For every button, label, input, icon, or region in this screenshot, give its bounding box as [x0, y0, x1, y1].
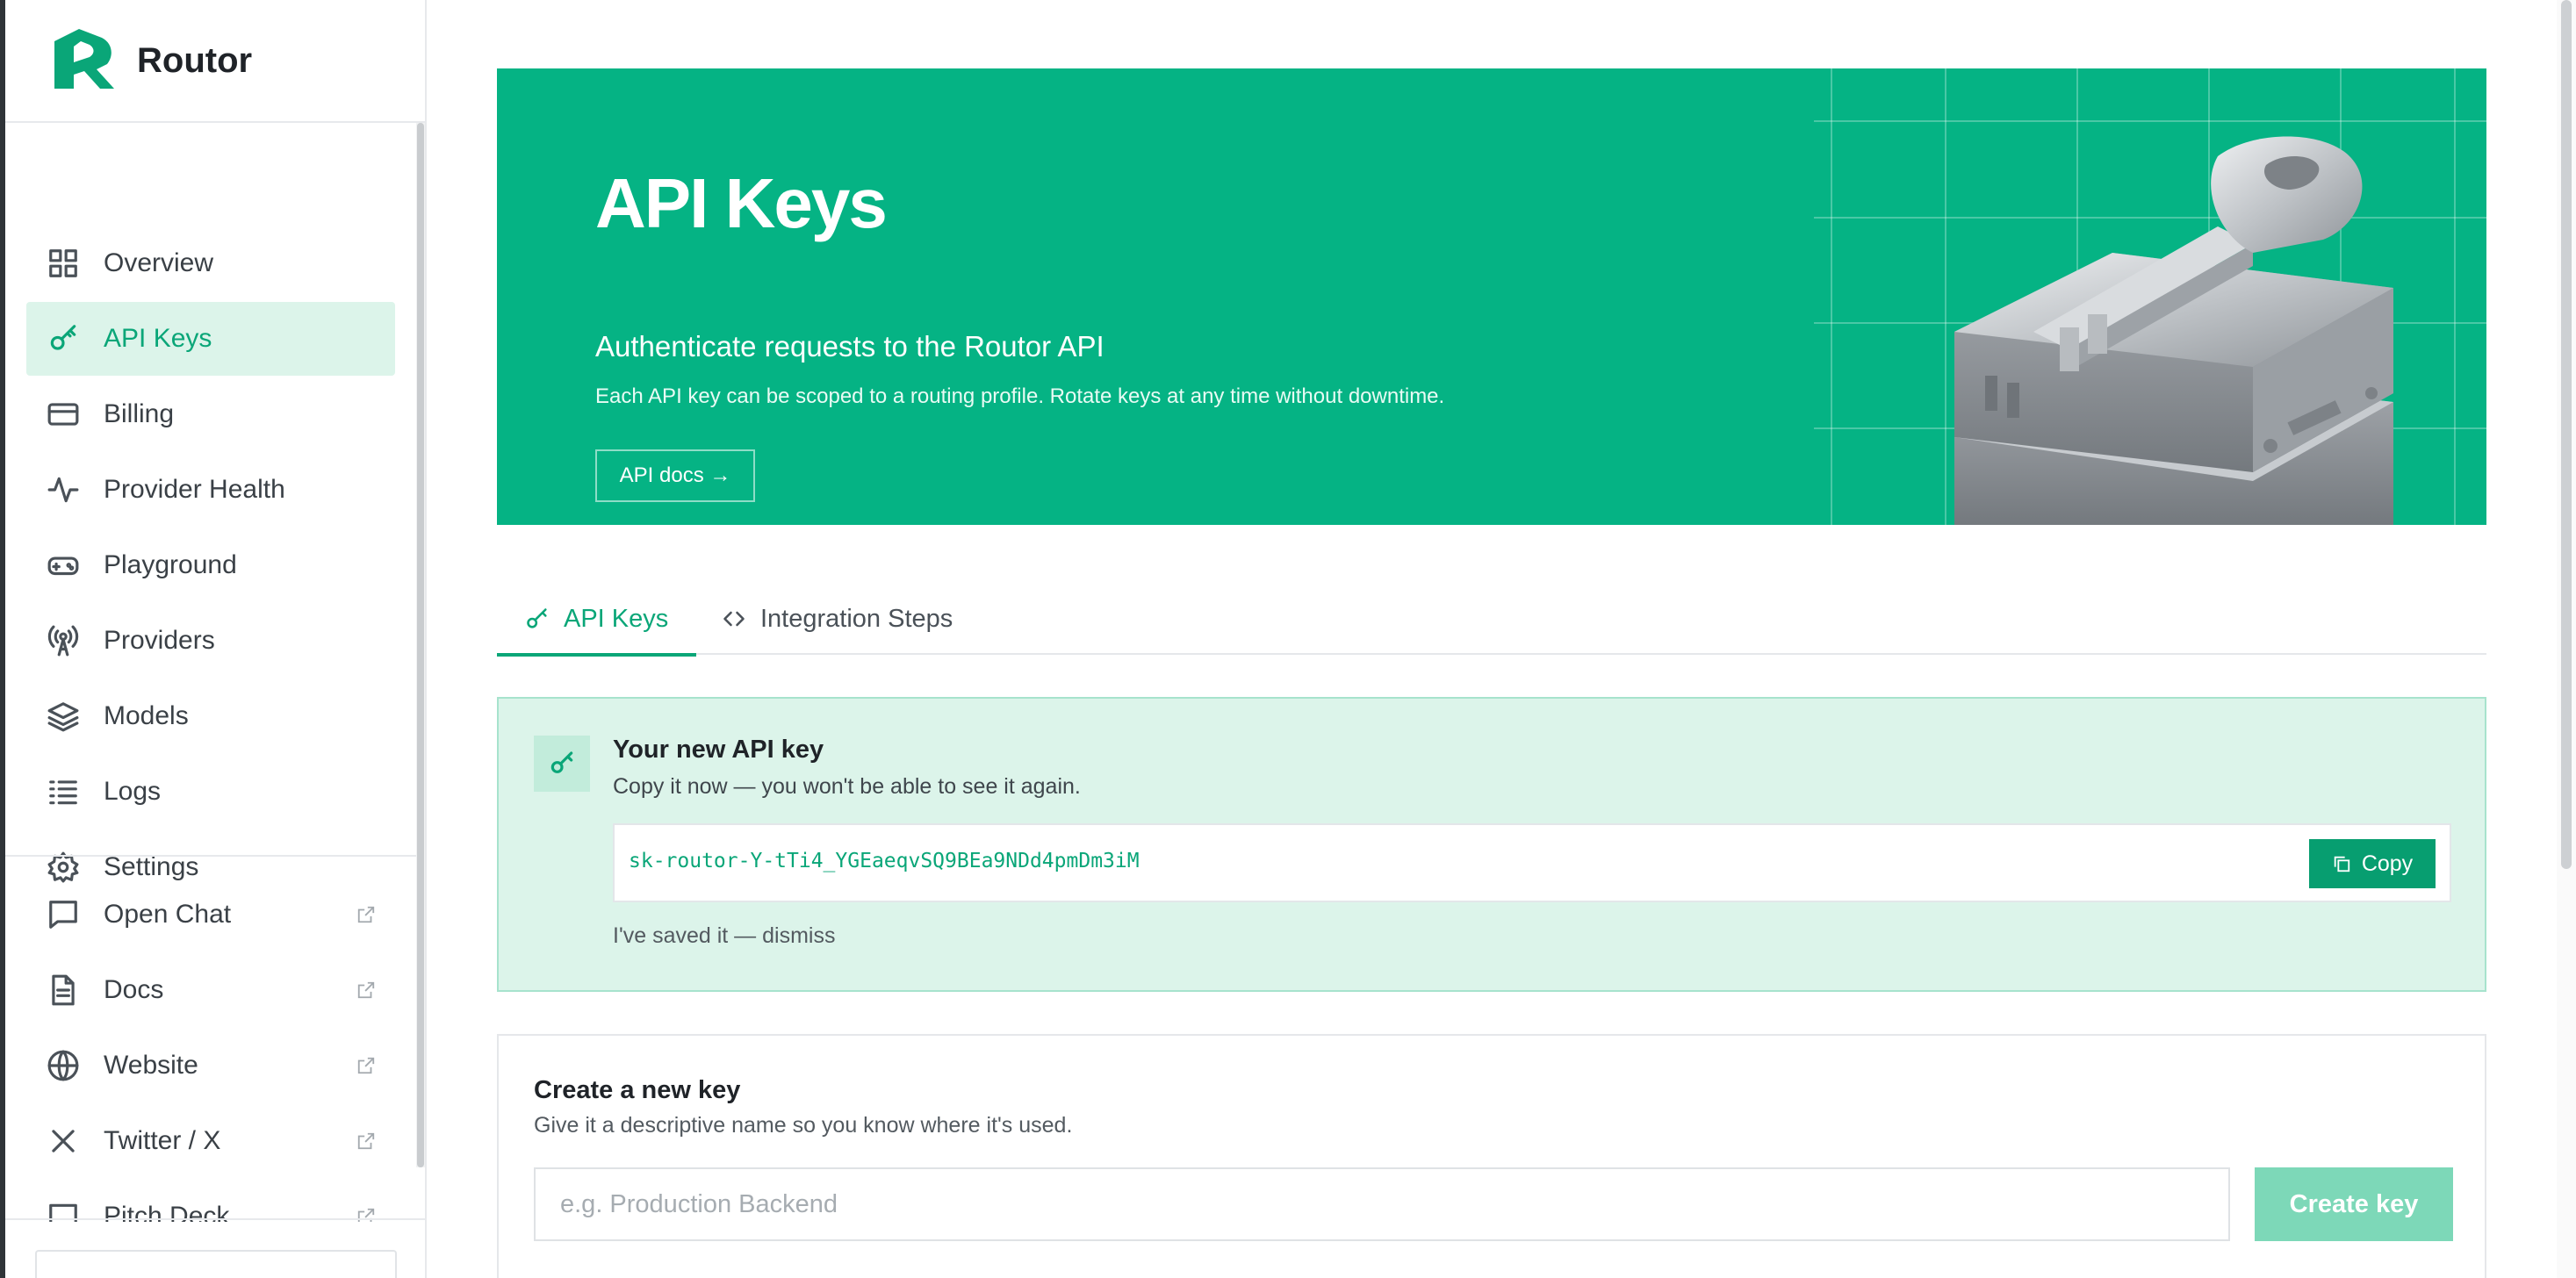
credit-card-icon [46, 397, 81, 432]
api-key-value[interactable]: sk-routor-Y-tTi4_YGEaeqvSQ9BEa9NDd4pmDm3… [629, 850, 1140, 872]
document-icon [46, 973, 81, 1008]
create-key-hint: Give it a descriptive name so you know w… [534, 1113, 1073, 1138]
sidebar-item-models[interactable]: Models [26, 679, 395, 753]
sidebar-item-label: Logs [104, 777, 162, 806]
external-link-icon [356, 980, 376, 1000]
new-key-title: Your new API key [613, 736, 824, 764]
key-icon [534, 736, 590, 792]
sidebar-link-label: Docs [104, 975, 164, 1004]
sidebar-item-label: Billing [104, 399, 175, 428]
code-icon [723, 611, 745, 627]
sidebar-link-label: Open Chat [104, 900, 232, 929]
copy-icon [2334, 856, 2349, 872]
sidebar-link-twitter[interactable]: Twitter / X [26, 1104, 395, 1178]
brand[interactable]: Routor [5, 0, 425, 123]
globe-icon [46, 1048, 81, 1083]
hero-description: Each API key can be scoped to a routing … [595, 384, 1445, 408]
sidebar-link-website[interactable]: Website [26, 1029, 395, 1102]
x-icon [46, 1124, 81, 1159]
key-icon [527, 608, 547, 628]
routor-logo-icon [54, 29, 114, 89]
create-key-card: Create a new key Give it a descriptive n… [497, 1034, 2486, 1278]
sidebar-link-open-chat[interactable]: Open Chat [26, 878, 395, 951]
sidebar-scrollbar[interactable] [416, 123, 425, 1167]
new-key-hint: Copy it now — you won't be able to see i… [613, 774, 1081, 799]
broadcast-icon [46, 623, 81, 658]
sidebar-link-label: Twitter / X [104, 1126, 221, 1155]
copy-button[interactable]: Copy [2309, 839, 2436, 888]
sidebar-item-provider-health[interactable]: Provider Health [26, 453, 395, 527]
sidebar-item-label: Providers [104, 626, 215, 655]
sidebar-item-label: API Keys [104, 324, 212, 353]
hero-subtitle: Authenticate requests to the Routor API [595, 330, 1105, 363]
app-name: Routor [137, 40, 253, 80]
tabs: API Keys Integration Steps [497, 583, 2486, 657]
page-scrollbar-thumb[interactable] [2561, 0, 2572, 869]
external-link-icon [356, 1131, 376, 1151]
list-icon [46, 774, 81, 809]
sidebar-link-docs[interactable]: Docs [26, 953, 395, 1027]
hero-banner: API Keys Authenticate requests to the Ro… [497, 68, 2486, 525]
sidebar-item-label: Provider Health [104, 475, 285, 504]
page-scrollbar[interactable] [2557, 0, 2576, 1278]
key-name-input[interactable] [534, 1167, 2230, 1241]
sidebar-scrollbar-thumb[interactable] [417, 123, 424, 1167]
sidebar-divider [5, 855, 420, 857]
sidebar-item-label: Playground [104, 550, 237, 579]
tab-label: API Keys [564, 604, 669, 633]
sidebar-item-label: Overview [104, 248, 214, 277]
key-lock-illustration [1954, 136, 2393, 525]
api-key-field[interactable]: sk-routor-Y-tTi4_YGEaeqvSQ9BEa9NDd4pmDm3… [613, 823, 2451, 902]
tab-integration-steps[interactable]: Integration Steps [694, 583, 981, 655]
sidebar-item-overview[interactable]: Overview [26, 226, 395, 300]
grid-icon [46, 246, 81, 281]
create-key-title: Create a new key [534, 1076, 741, 1104]
tab-label: Integration Steps [760, 604, 953, 633]
new-api-key-panel: Your new API key Copy it now — you won't… [497, 697, 2486, 992]
chat-icon [46, 897, 81, 932]
page-title: API Keys [595, 164, 888, 242]
sidebar-footer [5, 1218, 425, 1278]
sidebar-link-pitch-deck[interactable]: Pitch Deck [26, 1180, 395, 1222]
external-links: Open Chat Docs Website Twitter / X Pitch… [26, 878, 395, 1222]
copy-label: Copy [2361, 851, 2414, 876]
sidebar-item-billing[interactable]: Billing [26, 377, 395, 451]
sidebar-footer-card[interactable] [35, 1250, 397, 1278]
activity-icon [46, 472, 81, 507]
tab-api-keys[interactable]: API Keys [497, 583, 697, 657]
sidebar-item-label: Models [104, 701, 189, 730]
external-link-icon [356, 1056, 376, 1075]
sidebar-item-api-keys[interactable]: API Keys [26, 302, 395, 376]
sidebar-item-providers[interactable]: Providers [26, 604, 395, 678]
window-edge [0, 0, 5, 1278]
sidebar: Routor Overview API Keys Billing Provide… [0, 0, 427, 1278]
sidebar-nav: Overview API Keys Billing Provider Healt… [26, 226, 395, 906]
gamepad-icon [46, 548, 81, 583]
key-icon [46, 321, 81, 356]
dismiss-link[interactable]: I've saved it — dismiss [613, 923, 835, 949]
create-key-button[interactable]: Create key [2255, 1167, 2453, 1241]
layers-icon [46, 699, 81, 734]
external-link-icon [356, 905, 376, 924]
sidebar-link-label: Website [104, 1051, 198, 1080]
sidebar-item-logs[interactable]: Logs [26, 755, 395, 829]
sidebar-item-playground[interactable]: Playground [26, 528, 395, 602]
api-docs-button[interactable]: API docs → [595, 449, 755, 502]
